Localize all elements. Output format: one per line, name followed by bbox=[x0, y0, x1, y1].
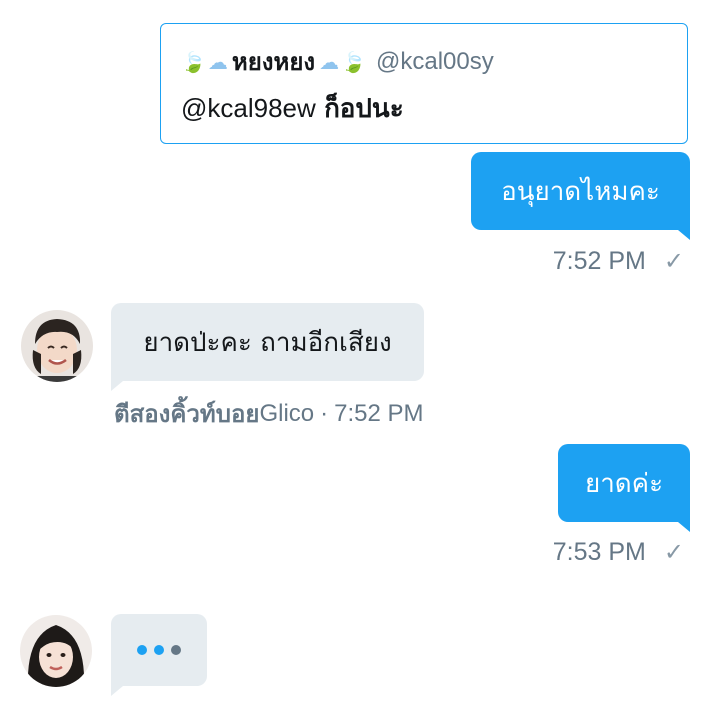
leaf-icon: 🍃 bbox=[341, 49, 367, 74]
quoted-handle: @kcal00sy bbox=[376, 47, 494, 75]
checkmark-icon: ✓ bbox=[663, 248, 684, 275]
quoted-text: ก็อปนะ bbox=[324, 94, 404, 124]
message-time: 7:53 PM bbox=[552, 538, 646, 566]
outgoing-message-bubble[interactable]: ยาดค่ะ bbox=[558, 444, 690, 532]
cloud-icon: ☁ bbox=[319, 49, 340, 74]
incoming-message-bubble[interactable]: ยาดป่ะคะ ถามอีกเสียง bbox=[111, 303, 424, 391]
typing-dots bbox=[137, 645, 181, 655]
cloud-icon: ☁ bbox=[207, 49, 228, 74]
message-meta: 7:53 PM ✓ bbox=[553, 538, 684, 567]
checkmark-icon: ✓ bbox=[663, 539, 684, 566]
message-time: 7:52 PM bbox=[552, 247, 646, 275]
message-meta: 7:52 PM ✓ bbox=[553, 247, 684, 276]
outgoing-message-bubble[interactable]: อนุยาดไหมคะ bbox=[471, 152, 690, 240]
quoted-tweet-header: 🍃 ☁ หยงหยง ☁ 🍃 @kcal00sy bbox=[181, 42, 494, 81]
dm-conversation: 🍃 ☁ หยงหยง ☁ 🍃 @kcal00sy @kcal98ew ก็อปน… bbox=[0, 0, 720, 720]
sender-avatar[interactable] bbox=[20, 615, 92, 687]
typing-dot bbox=[171, 645, 181, 655]
message-text: อนุยาดไหมคะ bbox=[501, 176, 660, 207]
sender-name[interactable]: ตีสองคิ้วท์บอย bbox=[114, 394, 259, 433]
sender-avatar[interactable] bbox=[21, 310, 93, 382]
sender-name-suffix[interactable]: Glico bbox=[259, 400, 314, 428]
typing-indicator bbox=[111, 614, 207, 696]
quoted-tweet-text: @kcal98ew ก็อปนะ bbox=[181, 88, 404, 129]
quoted-tweet-card[interactable]: 🍃 ☁ หยงหยง ☁ 🍃 @kcal00sy @kcal98ew ก็อปน… bbox=[160, 23, 688, 144]
meta-separator: · bbox=[320, 399, 329, 427]
message-time: 7:52 PM bbox=[334, 399, 424, 427]
message-meta: ตีสองคิ้วท์บอย Glico · 7:52 PM bbox=[114, 394, 424, 433]
message-text: ยาดป่ะคะ ถามอีกเสียง bbox=[143, 327, 392, 358]
mention-link[interactable]: @kcal98ew bbox=[181, 93, 316, 123]
leaf-icon: 🍃 bbox=[181, 49, 206, 74]
quoted-display-name: หยงหยง bbox=[231, 48, 316, 76]
typing-dot bbox=[137, 645, 147, 655]
typing-dot bbox=[154, 645, 164, 655]
message-text: ยาดค่ะ bbox=[584, 468, 664, 499]
